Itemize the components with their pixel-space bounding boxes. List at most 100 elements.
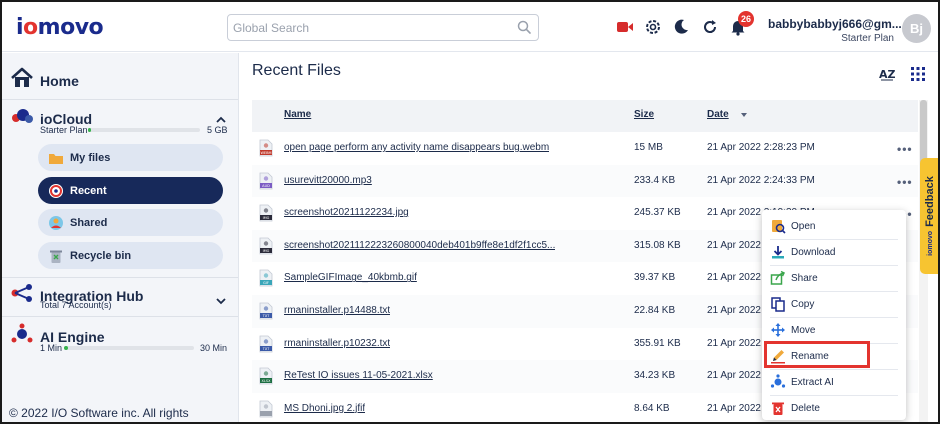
- context-menu-label: Move: [791, 324, 816, 336]
- global-search-box[interactable]: [227, 14, 539, 41]
- context-menu-label: Open: [791, 220, 816, 232]
- user-plan: Starter Plan: [841, 33, 894, 44]
- sidebar-divider: [2, 277, 238, 278]
- sidebar-divider: [2, 99, 238, 100]
- grid-view-icon[interactable]: [909, 65, 927, 83]
- file-size: 355.91 KB: [634, 337, 681, 349]
- svg-text:XLSX: XLSX: [262, 379, 272, 383]
- sort-descending-icon[interactable]: [741, 113, 747, 117]
- global-search-input[interactable]: [228, 15, 508, 40]
- file-size: 34.23 KB: [634, 370, 676, 382]
- file-type-icon: WEBM: [259, 139, 273, 157]
- file-size: 245.37 KB: [634, 207, 681, 219]
- chevron-down-icon[interactable]: [216, 292, 226, 310]
- iocloud-storage-bar: [88, 128, 200, 132]
- nav-label: Shared: [70, 216, 108, 229]
- sidebar-home-label: Home: [40, 72, 79, 89]
- download-icon: [770, 244, 786, 260]
- notification-badge[interactable]: 26: [738, 11, 755, 27]
- sort-az-icon[interactable]: AZ: [878, 65, 896, 83]
- nav-label: Recent: [70, 184, 107, 197]
- recycle-bin-icon: [48, 248, 64, 264]
- video-camera-icon[interactable]: [616, 18, 634, 36]
- nav-label: Recycle bin: [70, 249, 132, 262]
- context-menu-label: Extract AI: [791, 376, 834, 388]
- file-name-link[interactable]: screenshot2021112223260800040deb401b9ffe…: [284, 240, 555, 251]
- sidebar-item-recycle-bin[interactable]: Recycle bin: [38, 242, 223, 269]
- ai-engine-min-label: 1 Min: [40, 343, 63, 353]
- file-type-icon: IMG: [259, 204, 273, 222]
- theme-moon-icon[interactable]: [672, 18, 690, 36]
- file-name-link[interactable]: rmaninstaller.p10232.txt: [284, 338, 390, 349]
- feedback-logo: iomovo: [926, 230, 934, 256]
- move-icon: [770, 322, 786, 338]
- column-date-header[interactable]: Date: [707, 109, 729, 120]
- file-name-link[interactable]: MS Dhoni.jpg 2.jfif: [284, 403, 365, 414]
- context-menu-label: Rename: [791, 350, 829, 362]
- svg-text:AZ: AZ: [879, 68, 896, 81]
- file-name-link[interactable]: usurevitt20000.mp3: [284, 175, 372, 186]
- file-date: 21 Apr 2022 2:28:23 PM: [707, 142, 815, 153]
- iomovo-logo[interactable]: iomovo: [16, 14, 104, 40]
- context-menu-download[interactable]: Download: [770, 240, 898, 264]
- sidebar-item-my-files[interactable]: My files: [38, 144, 223, 171]
- search-icon[interactable]: [516, 19, 532, 40]
- file-type-icon: TXT: [259, 335, 273, 353]
- context-menu-share[interactable]: Share: [770, 266, 898, 290]
- context-menu-rename[interactable]: Rename: [770, 344, 898, 368]
- file-name-link[interactable]: screenshot20211122234.jpg: [284, 207, 409, 218]
- file-size: 22.84 KB: [634, 304, 676, 316]
- gear-icon[interactable]: [644, 18, 662, 36]
- file-size: 315.08 KB: [634, 239, 681, 251]
- file-size: 15 MB: [634, 142, 663, 153]
- sidebar-item-home[interactable]: Home: [10, 67, 79, 94]
- delete-icon: [770, 400, 786, 416]
- ai-engine-max-label: 30 Min: [200, 343, 228, 353]
- more-options-icon[interactable]: •••: [897, 175, 913, 189]
- avatar[interactable]: Bj: [902, 14, 931, 43]
- context-menu-extract-ai[interactable]: Extract AI: [770, 370, 898, 394]
- file-date: 21 Apr 2022 2:24:33 PM: [707, 174, 815, 186]
- top-header: iomovo 26 babbybabbyj666@gm... Starter P…: [2, 2, 938, 52]
- ai-engine-icon: [10, 323, 34, 350]
- file-type-icon: XLSX: [259, 367, 273, 385]
- iocloud-plan: Starter Plan: [40, 125, 88, 135]
- file-name-link[interactable]: rmaninstaller.p14488.txt: [284, 305, 390, 316]
- share-icon: [770, 270, 786, 286]
- sidebar-item-recent[interactable]: Recent: [38, 177, 223, 204]
- table-row[interactable]: AUD usurevitt20000.mp3 233.4 KB 21 Apr 2022…: [252, 164, 918, 198]
- svg-text:WEBM: WEBM: [260, 151, 271, 155]
- file-context-menu: Open Download Share Copy Move Rename Extract A…: [762, 210, 906, 420]
- svg-text:TXT: TXT: [262, 347, 270, 351]
- user-email[interactable]: babbybabbyj666@gm...: [768, 17, 902, 31]
- copy-icon: [770, 296, 786, 312]
- iocloud-icon: [10, 106, 34, 131]
- file-name-link[interactable]: SampleGIFImage_40kbmb.gif: [284, 272, 417, 283]
- svg-text:GIF: GIF: [263, 281, 269, 285]
- sidebar-item-shared[interactable]: Shared: [38, 209, 223, 236]
- svg-text:AUD: AUD: [262, 184, 270, 188]
- file-type-icon: AUD: [259, 172, 273, 190]
- refresh-icon[interactable]: [701, 18, 719, 36]
- context-menu-label: Download: [791, 246, 836, 258]
- svg-text:TXT: TXT: [262, 314, 270, 318]
- file-name-link[interactable]: open page perform any activity name disa…: [284, 142, 549, 153]
- sidebar-divider: [2, 316, 238, 317]
- nav-label: My files: [70, 151, 111, 164]
- svg-text:IMG: IMG: [263, 216, 270, 220]
- file-type-icon: TXT: [259, 302, 273, 320]
- context-menu-delete[interactable]: Delete: [770, 396, 898, 420]
- context-menu-copy[interactable]: Copy: [770, 292, 898, 316]
- feedback-tab[interactable]: iomovo Feedback: [920, 158, 938, 274]
- context-menu-move[interactable]: Move: [770, 318, 898, 342]
- context-menu-label: Delete: [791, 402, 820, 414]
- context-menu-open[interactable]: Open: [770, 214, 898, 238]
- table-row[interactable]: WEBM open page perform any activity name …: [252, 132, 918, 165]
- ai-engine-usage-bar: [64, 346, 194, 350]
- rename-icon: [770, 348, 786, 364]
- file-name-link[interactable]: ReTest IO issues 11-05-2021.xlsx: [284, 370, 433, 381]
- open-icon: [770, 218, 786, 234]
- column-size-header[interactable]: Size: [634, 109, 654, 120]
- more-options-icon[interactable]: •••: [897, 142, 913, 156]
- column-name-header[interactable]: Name: [284, 109, 311, 120]
